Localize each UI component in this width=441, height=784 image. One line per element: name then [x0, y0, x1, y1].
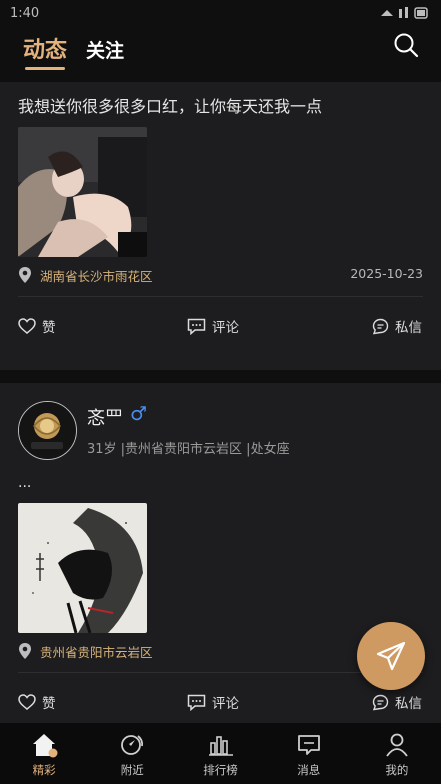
tab-dynamics[interactable]: 动态	[23, 32, 67, 64]
location-pin-icon	[19, 267, 31, 283]
comment-button[interactable]: 评论	[187, 691, 239, 713]
nav-label: 我的	[385, 763, 409, 777]
username[interactable]: 忞罒	[87, 404, 123, 430]
private-message-icon	[372, 694, 389, 710]
gender-male-icon: ♂	[130, 403, 148, 425]
comment-icon	[187, 694, 206, 711]
post-text: 我想送你很多很多口红，让你每天还我一点	[18, 97, 323, 116]
private-message-button[interactable]: 私信	[372, 691, 422, 713]
post-text: ...	[18, 475, 32, 491]
private-message-button[interactable]: 私信	[372, 315, 422, 337]
profile-icon	[383, 731, 411, 759]
post-card: 我想送你很多很多口红，让你每天还我一点 湖南省长沙市雨花区 2025-10-23…	[0, 82, 441, 370]
nav-item-messages[interactable]: 消息	[265, 723, 353, 784]
send-post-button[interactable]	[357, 622, 425, 690]
location-row: 湖南省长沙市雨花区 2025-10-23	[18, 265, 423, 285]
like-button[interactable]: 赞	[18, 691, 56, 713]
comment-label: 评论	[212, 320, 239, 336]
private-message-label: 私信	[395, 696, 422, 712]
nearby-icon	[118, 731, 146, 759]
post-photo[interactable]	[18, 127, 147, 257]
nav-label: 消息	[297, 763, 321, 777]
post-photo[interactable]	[18, 503, 147, 633]
like-label: 赞	[42, 320, 56, 336]
heart-icon	[18, 318, 36, 334]
nav-label: 附近	[120, 763, 144, 777]
status-bar: 1:40	[0, 0, 441, 26]
status-time: 1:40	[10, 6, 40, 21]
comment-label: 评论	[212, 696, 239, 712]
location-text: 贵州省贵阳市云岩区	[40, 645, 153, 660]
like-button[interactable]: 赞	[18, 315, 56, 337]
comment-icon	[187, 318, 206, 335]
location-pin-icon	[19, 643, 31, 659]
ranking-icon	[207, 731, 235, 759]
tab-following[interactable]: 关注	[86, 36, 124, 63]
nav-item-ranking[interactable]: 排行榜	[176, 723, 264, 784]
send-icon	[376, 641, 406, 671]
top-header: 动态 关注	[0, 26, 441, 82]
search-icon[interactable]	[393, 32, 419, 58]
post-date: 2025-10-23	[350, 266, 423, 281]
divider	[18, 296, 423, 297]
heart-icon	[18, 694, 36, 710]
avatar[interactable]	[18, 401, 77, 460]
nav-label: 排行榜	[203, 763, 238, 777]
status-icons	[379, 6, 431, 23]
like-label: 赞	[42, 696, 56, 712]
user-meta: 31岁 |贵州省贵阳市云岩区 |处女座	[87, 442, 290, 457]
status-signal-icon	[381, 7, 428, 19]
comment-button[interactable]: 评论	[187, 315, 239, 337]
message-icon	[295, 731, 323, 759]
private-message-label: 私信	[395, 320, 422, 336]
nav-item-featured[interactable]: 精彩	[0, 723, 88, 784]
bottom-nav: 精彩 附近 排行榜 消息 我的	[0, 723, 441, 784]
nav-item-profile[interactable]: 我的	[353, 723, 441, 784]
tab-active-indicator	[25, 67, 65, 70]
nav-label: 精彩	[32, 763, 56, 777]
nav-item-nearby[interactable]: 附近	[88, 723, 176, 784]
location-text: 湖南省长沙市雨花区	[40, 269, 153, 284]
private-message-icon	[372, 318, 389, 334]
home-icon	[30, 731, 58, 759]
